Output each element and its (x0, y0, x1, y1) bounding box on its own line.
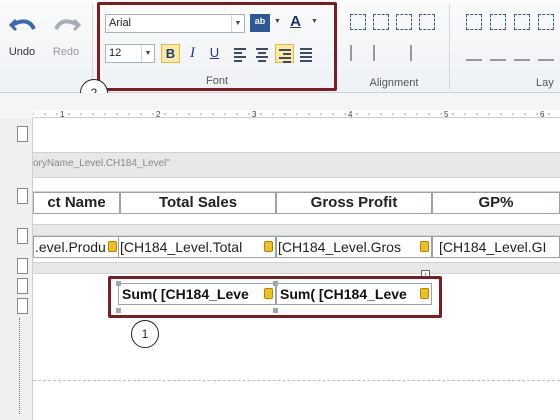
ribbon-separator (449, 4, 450, 89)
italic-button[interactable]: I (183, 44, 202, 63)
detail-cell-total-sales[interactable]: [CH184_Level.Total (118, 236, 276, 258)
redo-button[interactable]: Redo (46, 10, 86, 60)
align-middle-icon[interactable] (373, 14, 389, 30)
page-margin-line (33, 380, 560, 381)
alignment-group-label: Alignment (369, 77, 419, 89)
font-size-combo[interactable]: 12 ▼ (105, 44, 155, 63)
detail-cell-product[interactable]: .evel.Produ (33, 236, 120, 258)
undo-icon (8, 18, 36, 32)
band-marker[interactable] (17, 188, 28, 204)
ribbon-separator (92, 4, 93, 89)
detail-cell-text: [CH184_Level.Total (120, 239, 243, 255)
same-height-icon[interactable] (514, 14, 530, 30)
callout-summary: 1 (131, 320, 159, 348)
redo-label: Redo (52, 46, 80, 58)
detail-cell-gross-profit[interactable]: [CH184_Level.Gros (276, 236, 432, 258)
size-to-grid-icon[interactable] (538, 14, 554, 30)
undo-label: Undo (8, 46, 36, 58)
align-center-button[interactable] (253, 44, 272, 63)
ruler-number: 2 (156, 110, 161, 118)
ruler-number: 6 (540, 110, 545, 118)
group-header-band[interactable]: oryName_Level.CH184_Level" (33, 152, 560, 178)
highlight-label: ab (254, 16, 266, 26)
spacing-icon[interactable] (538, 45, 554, 61)
font-group-label: Font (205, 75, 228, 87)
align-right-icon (279, 49, 291, 65)
expression-tag-icon[interactable] (264, 241, 273, 252)
font-size-value: 12 (109, 47, 122, 59)
band-separator (33, 224, 560, 236)
detail-cell-text: [CH184_Level.GI (439, 239, 547, 255)
spacing-icon[interactable] (490, 45, 506, 61)
same-size-icon[interactable] (466, 14, 482, 30)
expression-tag-icon[interactable] (108, 241, 117, 252)
group-caption: oryName_Level.CH184_Level" (33, 158, 170, 169)
expression-tag-icon[interactable] (420, 241, 429, 252)
align-left-button[interactable] (231, 44, 250, 63)
layout-group-label: Lay (536, 77, 554, 89)
highlight-dropdown-icon[interactable]: ▼ (274, 18, 281, 25)
detail-cell-text: [CH184_Level.Gros (278, 239, 401, 255)
align-bottom-icon[interactable] (396, 14, 412, 30)
header-cell-product-name[interactable]: ct Name (33, 192, 120, 214)
font-color-button[interactable]: A (286, 13, 305, 32)
font-group: Arial ▼ ab ▼ A ▼ 12 ▼ B I U Font (97, 2, 337, 91)
ruler-number: 4 (348, 110, 353, 118)
highlight-color-button[interactable]: ab (250, 14, 270, 32)
align-lefts-icon[interactable] (350, 45, 366, 61)
align-rights-icon[interactable] (396, 45, 412, 61)
spacing-icon[interactable] (466, 45, 482, 61)
spacing-icon[interactable] (514, 45, 530, 61)
header-cell-gp-percent[interactable]: GP% (432, 192, 560, 214)
ribbon: Undo Redo Arial ▼ ab ▼ A ▼ 12 ▼ B I U Fo… (0, 0, 560, 93)
ruler-number: 3 (252, 110, 257, 118)
font-name-value: Arial (109, 17, 132, 29)
header-cell-total-sales[interactable]: Total Sales (120, 192, 276, 214)
band-marker[interactable] (17, 298, 28, 314)
align-right-button[interactable] (275, 44, 294, 63)
band-marker[interactable] (17, 258, 28, 274)
band-separator (33, 262, 560, 274)
align-top-icon[interactable] (350, 14, 366, 30)
bold-label: B (165, 46, 176, 61)
redo-icon (54, 18, 82, 32)
undo-button[interactable]: Undo (2, 10, 42, 60)
justify-button[interactable] (297, 44, 316, 63)
chevron-down-icon[interactable]: ▼ (141, 45, 154, 62)
same-width-icon[interactable] (490, 14, 506, 30)
align-center-icon (256, 48, 268, 64)
ruler-ticks: 1234567 (33, 110, 550, 118)
bold-button[interactable]: B (161, 44, 180, 63)
band-marker[interactable] (17, 126, 28, 142)
align-left-icon (234, 48, 246, 64)
align-grid-icon[interactable] (419, 14, 435, 30)
underline-button[interactable]: U (205, 44, 224, 63)
band-marker[interactable] (17, 278, 28, 294)
underline-label: U (209, 45, 220, 60)
band-marker[interactable] (17, 228, 28, 244)
italic-label: I (190, 45, 195, 61)
font-color-label: A (290, 13, 301, 30)
ruler-number: 5 (444, 110, 449, 118)
justify-icon (300, 48, 312, 64)
summary-selection-highlight (108, 276, 442, 318)
band-gap (33, 178, 560, 192)
font-name-combo[interactable]: Arial ▼ (105, 14, 245, 33)
chevron-down-icon[interactable]: ▼ (231, 15, 244, 32)
ruler-number: 1 (60, 110, 65, 118)
vertical-ruler (0, 118, 33, 420)
header-cell-gross-profit[interactable]: Gross Profit (276, 192, 432, 214)
horizontal-ruler: 1234567 (33, 110, 560, 118)
detail-cell-text: .evel.Produ (35, 239, 106, 255)
detail-cell-gp-percent[interactable]: [CH184_Level.GI (432, 236, 560, 258)
font-color-dropdown-icon[interactable]: ▼ (311, 18, 318, 25)
ruler-dots (19, 318, 25, 414)
align-centers-icon[interactable] (373, 45, 389, 61)
